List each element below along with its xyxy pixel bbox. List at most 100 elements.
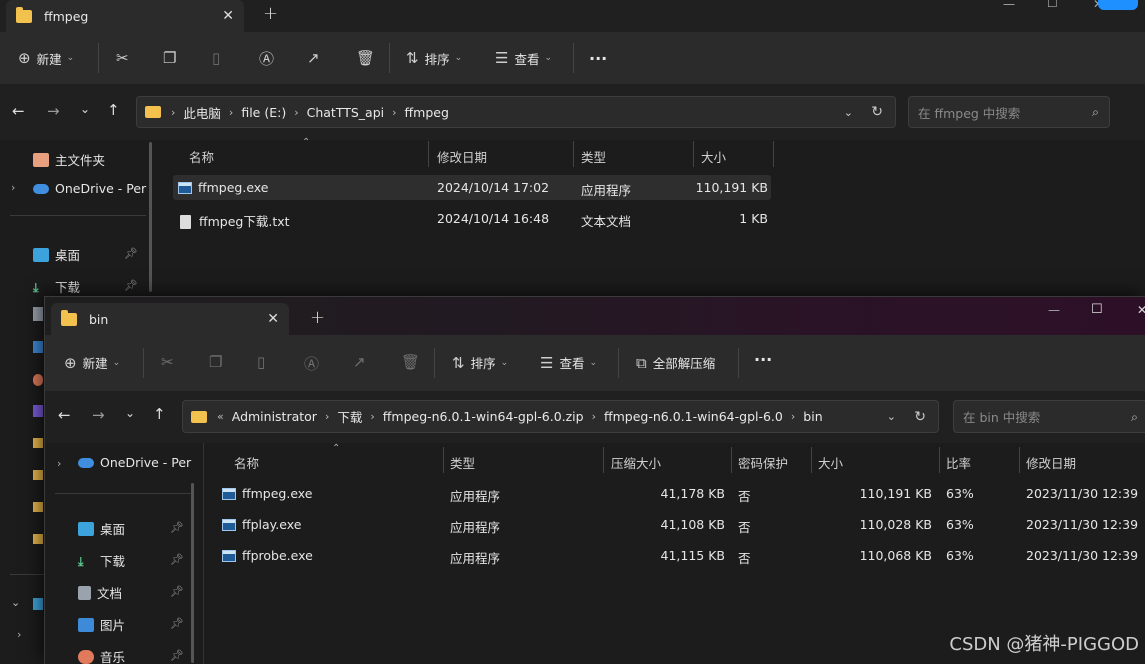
minimize-button[interactable]: — [1003, 0, 1015, 11]
file-name-cell[interactable]: ffplay.exe [222, 517, 301, 532]
column-header-name[interactable]: 名称 [234, 453, 259, 472]
tab-ffmpeg[interactable]: ffmpeg ✕ [6, 0, 244, 32]
minimize-button[interactable]: — [1048, 303, 1060, 317]
nav-scrollbar[interactable] [191, 483, 194, 663]
column-divider[interactable] [693, 141, 694, 167]
delete-button[interactable]: 🗑 [356, 49, 381, 67]
nav-scrollbar[interactable] [149, 142, 152, 292]
maximize-button[interactable]: ☐ [1047, 0, 1058, 10]
pin-icon[interactable]: 📌︎ [124, 279, 138, 292]
column-divider[interactable] [428, 141, 429, 167]
recent-locations-icon[interactable]: ⌄ [125, 406, 135, 420]
breadcrumb-item[interactable]: ffmpeg [405, 105, 449, 120]
search-input[interactable]: 在 bin 中搜索 ⌕ [953, 400, 1145, 433]
nav-item-onedrive[interactable]: OneDrive - Per [78, 455, 191, 470]
refresh-icon[interactable]: ↻ [914, 409, 926, 425]
delete-button[interactable]: 🗑 [401, 353, 426, 371]
chevron-right-icon[interactable]: › [57, 457, 61, 470]
nav-item-home[interactable]: 主文件夹 [33, 150, 105, 169]
column-divider[interactable] [811, 447, 812, 473]
tab-bin[interactable]: bin ✕ [51, 303, 289, 335]
file-name-cell[interactable]: ffmpeg下载.txt [180, 211, 290, 230]
nav-item-music[interactable]: 音乐 [78, 647, 125, 664]
copy-button[interactable]: ❐ [163, 49, 182, 67]
sort-button[interactable]: ⇅ 排序 ⌄ [406, 49, 462, 68]
share-button[interactable]: ↗ [307, 49, 326, 67]
column-header-ratio[interactable]: 比率 [946, 453, 971, 472]
nav-item-onedrive[interactable]: OneDrive - Per [33, 181, 146, 196]
forward-arrow-icon[interactable]: → [47, 102, 60, 120]
chevron-right-icon[interactable]: › [11, 181, 15, 194]
column-header-type[interactable]: 类型 [581, 147, 606, 166]
breadcrumb-item[interactable]: ChatTTS_api [307, 105, 385, 120]
pin-icon[interactable]: 📌︎ [170, 553, 184, 566]
rename-button[interactable]: Ⓐ [259, 48, 280, 69]
view-button[interactable]: ☰ 查看 ⌄ [540, 353, 597, 372]
breadcrumb[interactable]: « Administrator › 下载 › ffmpeg-n6.0.1-win64… [182, 400, 939, 433]
chevron-right-icon[interactable]: › [17, 628, 21, 641]
column-header-size[interactable]: 大小 [701, 147, 726, 166]
up-arrow-icon[interactable]: ↑ [153, 405, 166, 423]
forward-arrow-icon[interactable]: → [92, 406, 105, 424]
copy-button[interactable]: ❐ [209, 353, 228, 371]
pin-icon[interactable]: 📌︎ [170, 617, 184, 630]
column-header-password[interactable]: 密码保护 [738, 453, 788, 472]
new-button[interactable]: ⊕ 新建 ⌄ [64, 353, 120, 372]
rename-button[interactable]: Ⓐ [304, 353, 325, 374]
share-button[interactable]: ↗ [353, 353, 372, 371]
view-button[interactable]: ☰ 查看 ⌄ [495, 49, 552, 68]
sort-button[interactable]: ⇅ 排序 ⌄ [452, 353, 508, 372]
history-dropdown-icon[interactable]: ⌄ [887, 410, 896, 423]
breadcrumb-item[interactable]: 下载 [337, 407, 362, 426]
new-button[interactable]: ⊕ 新建 ⌄ [18, 49, 74, 68]
file-name-cell[interactable]: ffmpeg.exe [178, 180, 269, 195]
breadcrumb-item[interactable]: file (E:) [241, 105, 286, 120]
column-divider[interactable] [1019, 447, 1020, 473]
column-divider[interactable] [603, 447, 604, 473]
back-arrow-icon[interactable]: ← [12, 102, 25, 120]
close-tab-icon[interactable]: ✕ [222, 8, 234, 24]
back-arrow-icon[interactable]: ← [58, 406, 71, 424]
file-name-cell[interactable]: ffmpeg.exe [222, 486, 313, 501]
maximize-button[interactable]: ☐ [1091, 302, 1103, 317]
chevron-down-icon[interactable]: ⌄ [11, 596, 20, 609]
nav-item-pictures[interactable]: 图片 [78, 615, 125, 634]
nav-item-desktop[interactable]: 桌面 [78, 519, 125, 538]
breadcrumb-item[interactable]: Administrator [232, 409, 317, 424]
pin-icon[interactable]: 📌︎ [124, 247, 138, 260]
breadcrumb-item[interactable]: ffmpeg-n6.0.1-win64-gpl-6.0 [604, 409, 783, 424]
column-divider[interactable] [773, 141, 774, 167]
nav-item-documents[interactable]: 文档 [78, 583, 122, 602]
column-divider[interactable] [939, 447, 940, 473]
breadcrumb-item[interactable]: bin [803, 409, 822, 424]
search-input[interactable]: 在 ffmpeg 中搜索 ⌕ [908, 96, 1110, 128]
more-options-button[interactable]: ··· [589, 49, 607, 68]
column-divider[interactable] [443, 447, 444, 473]
nav-item-desktop[interactable]: 桌面 [33, 245, 80, 264]
column-divider[interactable] [731, 447, 732, 473]
paste-button[interactable]: ▯ [257, 353, 271, 371]
new-tab-button[interactable]: + [310, 307, 325, 328]
column-header-date[interactable]: 修改日期 [1026, 453, 1076, 472]
column-header-size[interactable]: 大小 [818, 453, 843, 472]
refresh-icon[interactable]: ↻ [871, 104, 883, 120]
breadcrumb-item[interactable]: ffmpeg-n6.0.1-win64-gpl-6.0.zip [383, 409, 584, 424]
up-arrow-icon[interactable]: ↑ [107, 101, 120, 119]
close-tab-icon[interactable]: ✕ [267, 311, 279, 327]
column-header-packed-size[interactable]: 压缩大小 [611, 453, 661, 472]
recent-locations-icon[interactable]: ⌄ [80, 102, 90, 116]
file-name-cell[interactable]: ffprobe.exe [222, 548, 313, 563]
breadcrumb-overflow[interactable]: « [217, 410, 224, 423]
pin-icon[interactable]: 📌︎ [170, 585, 184, 598]
column-header-date[interactable]: 修改日期 [437, 147, 487, 166]
column-header-name[interactable]: 名称 [189, 147, 214, 166]
breadcrumb[interactable]: › 此电脑 › file (E:) › ChatTTS_api › ffmpeg ⌄ … [136, 96, 896, 128]
cut-button[interactable]: ✂ [116, 49, 135, 67]
breadcrumb-item[interactable]: 此电脑 [183, 103, 221, 122]
pin-icon[interactable]: 📌︎ [170, 649, 184, 662]
new-tab-button[interactable]: + [263, 3, 278, 24]
nav-item-downloads[interactable]: ⤓ 下载 [78, 551, 125, 570]
more-options-button[interactable]: ··· [754, 350, 772, 369]
cut-button[interactable]: ✂ [161, 353, 180, 371]
column-divider[interactable] [573, 141, 574, 167]
